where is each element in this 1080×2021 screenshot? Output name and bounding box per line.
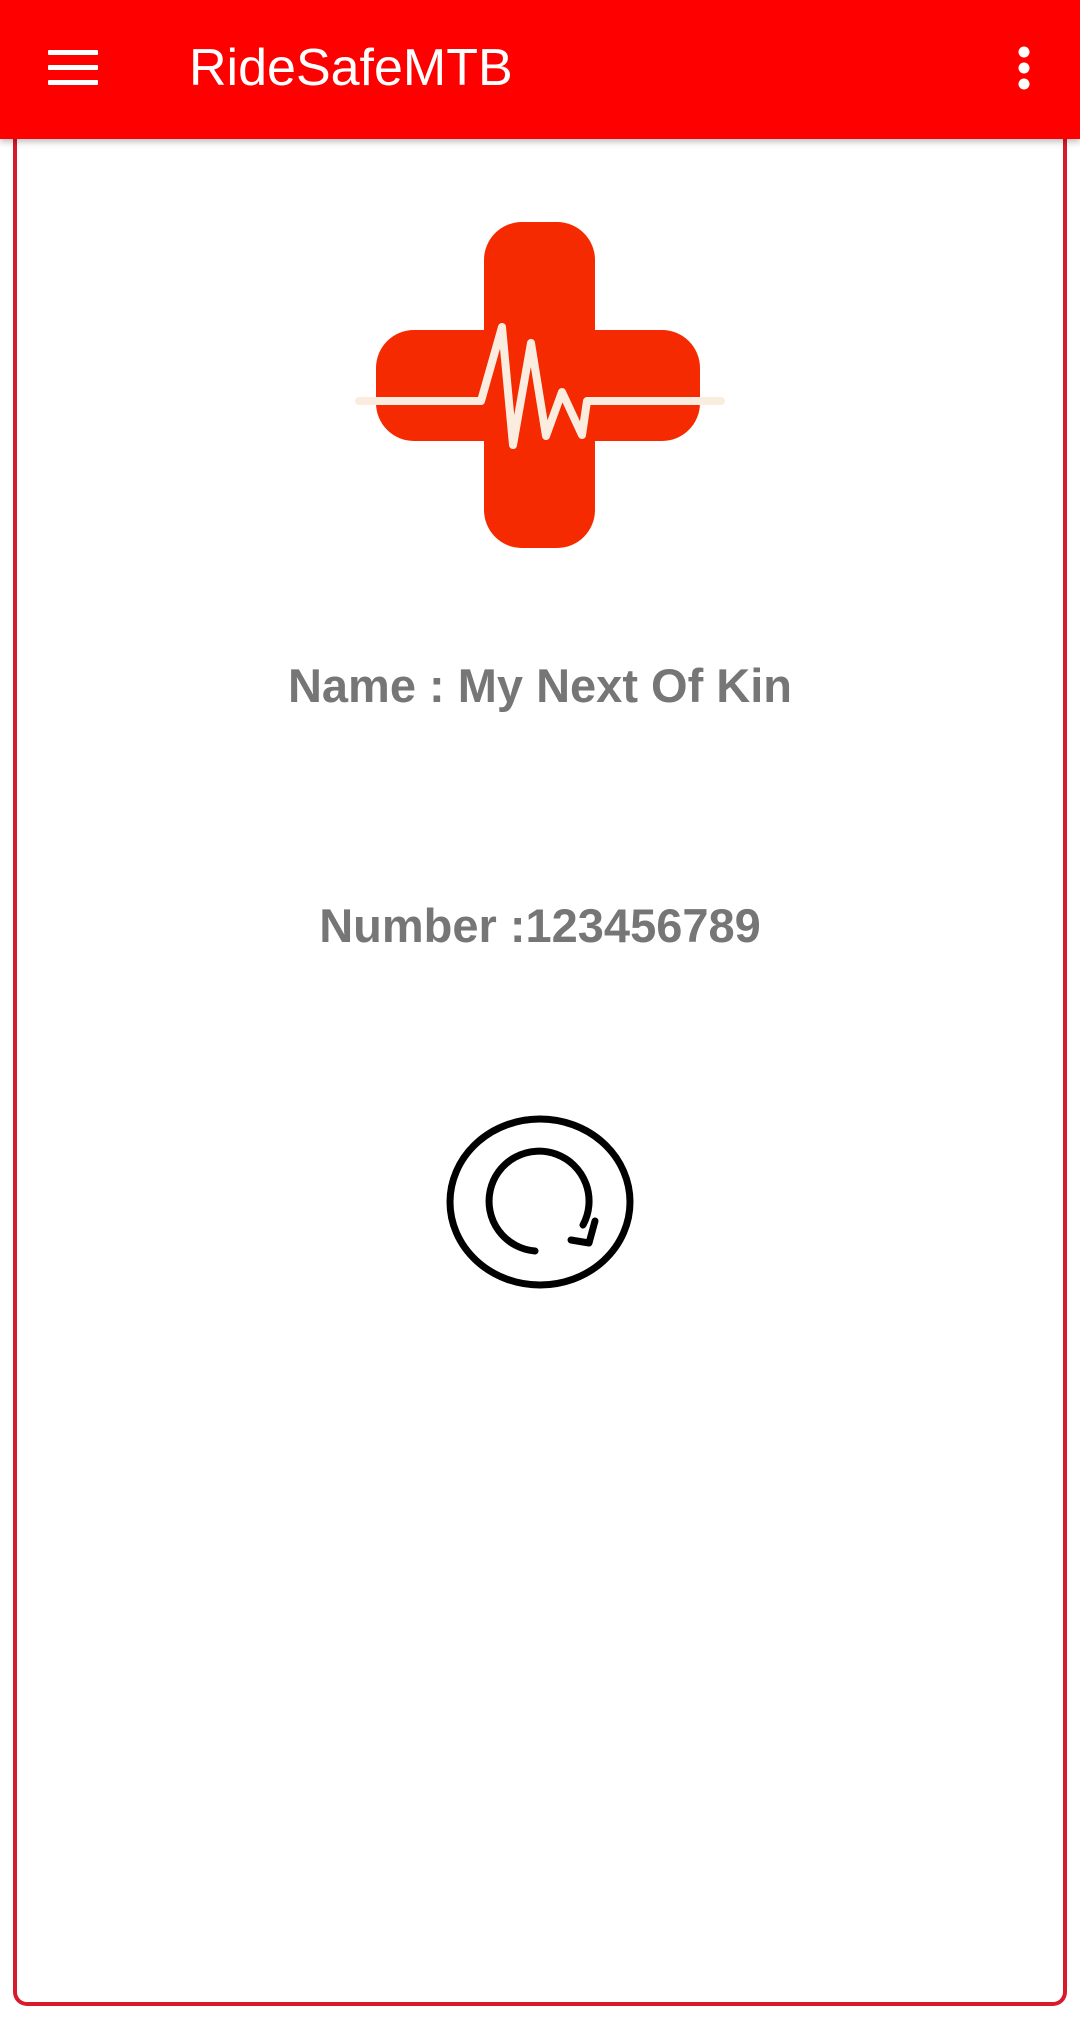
hamburger-menu-icon [48, 50, 98, 85]
more-vert-icon [1018, 46, 1030, 90]
overflow-menu-button[interactable] [1000, 30, 1048, 106]
app-bar: RideSafeMTB [0, 0, 1080, 139]
menu-button[interactable] [30, 30, 116, 106]
content-frame [13, 130, 1067, 2006]
app-title: RideSafeMTB [189, 39, 513, 97]
